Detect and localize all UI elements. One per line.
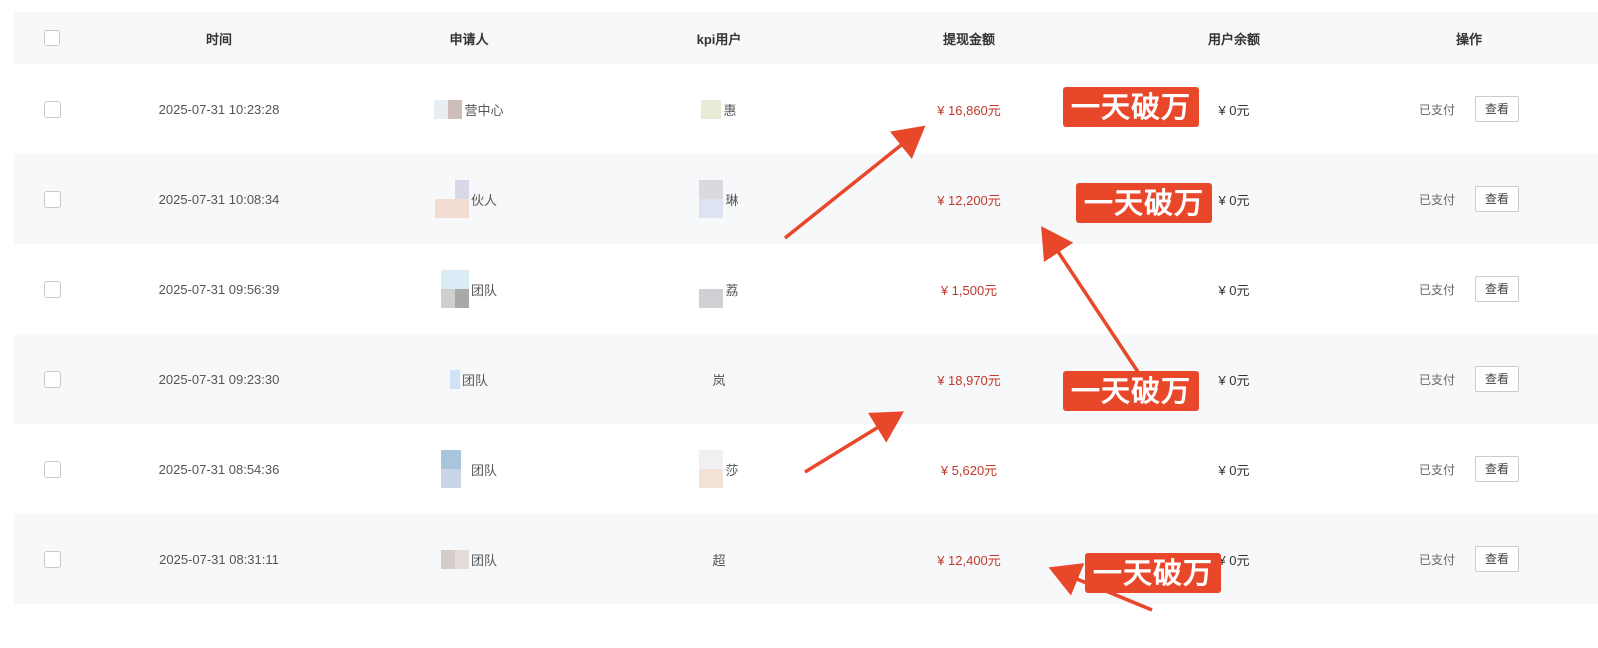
view-button[interactable]: 查看 <box>1475 276 1519 302</box>
view-button[interactable]: 查看 <box>1475 366 1519 392</box>
col-header-kpi-user: kpi用户 <box>696 31 742 47</box>
row-kpi-user: 荔 <box>725 282 739 298</box>
row-amount: ¥ 1,500元 <box>940 282 998 298</box>
row-checkbox[interactable] <box>44 460 61 478</box>
view-button[interactable]: 查看 <box>1475 546 1519 572</box>
row-amount: ¥ 5,620元 <box>940 462 998 478</box>
row-amount: ¥ 16,860元 <box>937 102 1001 118</box>
row-applicant: 团队 <box>461 372 488 388</box>
blurred-avatar <box>440 450 469 488</box>
row-status: 已支付 <box>1418 462 1455 477</box>
badge-one-day-10k: 一天破万 <box>1063 371 1200 411</box>
blurred-avatar <box>699 450 724 488</box>
table-row: 2025-07-31 08:54:36 团队 莎 ¥ 5,620元 ¥ 0元 已… <box>14 424 1598 514</box>
badge-one-day-10k: 一天破万 <box>1085 553 1222 593</box>
row-status: 已支付 <box>1418 282 1455 297</box>
row-balance: ¥ 0元 <box>1218 282 1250 298</box>
blurred-avatar <box>434 99 463 119</box>
row-status: 已支付 <box>1418 552 1455 567</box>
row-checkbox[interactable] <box>44 100 61 118</box>
blurred-avatar <box>449 369 460 389</box>
blurred-avatar <box>699 180 724 218</box>
row-applicant: 团队 <box>470 552 497 568</box>
row-status: 已支付 <box>1418 192 1455 207</box>
row-status: 已支付 <box>1418 102 1455 117</box>
row-amount: ¥ 12,200元 <box>937 192 1001 208</box>
row-amount: ¥ 12,400元 <box>937 552 1001 568</box>
row-amount: ¥ 18,970元 <box>937 372 1001 388</box>
row-time: 2025-07-31 08:31:11 <box>159 551 279 567</box>
blurred-avatar <box>434 180 469 218</box>
row-kpi-user: 琳 <box>725 192 739 208</box>
withdrawal-table: 时间 申请人 kpi用户 提现金额 用户余额 操作 2025-07-31 10:… <box>14 12 1598 604</box>
view-button[interactable]: 查看 <box>1475 456 1519 482</box>
view-button[interactable]: 查看 <box>1475 96 1519 122</box>
row-applicant: 团队 <box>470 462 497 478</box>
table-row: 2025-07-31 09:56:39 团队 荔 ¥ 1,500元 ¥ 0元 已… <box>14 244 1598 334</box>
row-kpi-user: 惠 <box>723 102 737 118</box>
table-row: 2025-07-31 08:31:11 团队 超 ¥ 12,400元 ¥ 0元 … <box>14 514 1598 604</box>
row-balance: ¥ 0元 <box>1218 102 1250 118</box>
row-time: 2025-07-31 08:54:36 <box>158 461 280 477</box>
row-time: 2025-07-31 09:56:39 <box>158 281 280 297</box>
row-time: 2025-07-31 09:23:30 <box>158 371 280 387</box>
blurred-avatar <box>699 270 724 308</box>
row-balance: ¥ 0元 <box>1218 372 1250 388</box>
row-kpi-user: 超 <box>712 552 726 568</box>
view-button[interactable]: 查看 <box>1475 186 1519 212</box>
row-checkbox[interactable] <box>44 550 61 568</box>
col-header-user-balance: 用户余额 <box>1207 31 1260 47</box>
row-checkbox[interactable] <box>44 370 61 388</box>
row-time: 2025-07-31 10:23:28 <box>158 101 280 117</box>
row-kpi-user: 岚 <box>712 372 726 388</box>
table-row: 2025-07-31 10:08:34 伙人 琳 ¥ 12,200元 ¥ 0元 … <box>14 154 1598 244</box>
row-kpi-user: 莎 <box>725 462 739 478</box>
col-header-applicant: 申请人 <box>449 31 489 47</box>
blurred-avatar <box>701 99 722 119</box>
row-status: 已支付 <box>1418 372 1455 387</box>
row-balance: ¥ 0元 <box>1218 552 1250 568</box>
col-header-operation: 操作 <box>1455 31 1482 47</box>
table-row: 2025-07-31 09:23:30 团队 岚 ¥ 18,970元 ¥ 0元 … <box>14 334 1598 424</box>
col-header-withdraw-amount: 提现金额 <box>942 31 995 47</box>
blurred-avatar <box>440 549 469 569</box>
select-all-checkbox[interactable] <box>44 30 60 46</box>
table-header: 时间 申请人 kpi用户 提现金额 用户余额 操作 <box>14 12 1598 64</box>
row-applicant: 团队 <box>470 282 497 298</box>
row-checkbox[interactable] <box>44 280 61 298</box>
row-balance: ¥ 0元 <box>1218 192 1250 208</box>
badge-one-day-10k: 一天破万 <box>1063 87 1200 127</box>
table-row: 2025-07-31 10:23:28 营中心 惠 ¥ 16,860元 ¥ 0元… <box>14 64 1598 154</box>
blurred-avatar <box>440 270 469 308</box>
row-applicant: 伙人 <box>470 192 497 208</box>
row-applicant: 营中心 <box>464 102 504 118</box>
row-checkbox[interactable] <box>44 190 61 208</box>
badge-one-day-10k: 一天破万 <box>1076 183 1213 223</box>
col-header-time: 时间 <box>205 31 232 47</box>
row-time: 2025-07-31 10:08:34 <box>158 191 280 207</box>
row-balance: ¥ 0元 <box>1218 462 1250 478</box>
